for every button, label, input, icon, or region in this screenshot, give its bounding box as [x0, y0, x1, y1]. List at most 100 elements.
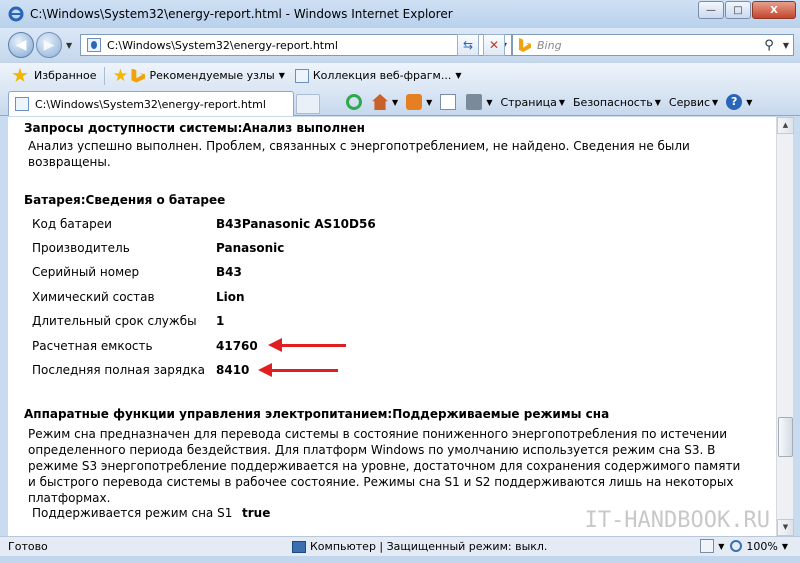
- last-full-charge-value: 8410: [216, 363, 250, 377]
- manufacturer-value: Panasonic: [216, 241, 285, 255]
- scroll-up-button[interactable]: ▲: [777, 117, 794, 134]
- forward-button[interactable]: ▶: [36, 32, 62, 58]
- page-icon: [15, 97, 29, 111]
- back-arrow-icon: ◀: [15, 37, 27, 53]
- stop-icon: ✕: [488, 38, 500, 52]
- divider: [104, 66, 106, 85]
- scroll-down-button[interactable]: ▼: [777, 519, 794, 536]
- bing-icon: [131, 68, 146, 83]
- add-favorite-icon[interactable]: [113, 68, 128, 82]
- search-dropdown-icon[interactable]: ▼: [779, 41, 793, 50]
- search-box[interactable]: Bing ⚲ ▼: [512, 34, 794, 56]
- red-arrow-icon: [268, 338, 346, 352]
- chevron-down-icon[interactable]: ▼: [782, 542, 788, 551]
- status-right: ▼ 100% ▼: [694, 539, 788, 553]
- title-bar: C:\Windows\System32\energy-report.html -…: [0, 0, 800, 28]
- suggested-sites-icon[interactable]: [346, 94, 362, 110]
- favorites-item-label: Коллекция веб-фрагм...: [312, 69, 452, 82]
- bing-logo-icon: [519, 38, 531, 52]
- chevron-down-icon: ▼: [278, 71, 285, 80]
- design-capacity-label: Расчетная емкость: [32, 339, 153, 353]
- ie-icon: [8, 6, 24, 22]
- watermark: IT-HANDBOOK.RU: [584, 508, 770, 533]
- forward-arrow-icon: ▶: [43, 37, 55, 53]
- battery-id-label: Код батареи: [32, 217, 112, 231]
- window-controls: — □ X: [697, 1, 796, 19]
- help-icon[interactable]: ?: [726, 94, 743, 110]
- chevron-down-icon[interactable]: ▼: [655, 98, 661, 107]
- window-title: C:\Windows\System32\energy-report.html -…: [30, 7, 453, 21]
- back-button[interactable]: ◀: [8, 32, 34, 58]
- section-title-availability: Запросы доступности системы:Анализ выпол…: [24, 121, 365, 135]
- computer-icon: [292, 540, 306, 553]
- serial-number-label: Серийный номер: [32, 265, 140, 279]
- chevron-down-icon[interactable]: ▼: [426, 98, 432, 107]
- zoom-level[interactable]: 100%: [746, 540, 777, 553]
- design-capacity-value: 41760: [216, 339, 258, 353]
- web-slice-icon: [294, 68, 309, 83]
- new-tab-button[interactable]: [296, 94, 320, 114]
- protected-mode-icon[interactable]: [700, 539, 715, 553]
- security-zone[interactable]: Компьютер | Защищенный режим: выкл.: [292, 540, 547, 553]
- favorites-button[interactable]: Избранное: [34, 69, 96, 82]
- chevron-down-icon[interactable]: ▼: [486, 98, 492, 107]
- chevron-down-icon[interactable]: ▼: [712, 98, 718, 107]
- chevron-down-icon[interactable]: ▼: [718, 542, 724, 551]
- availability-text: Анализ успешно выполнен. Проблем, связан…: [28, 139, 690, 169]
- section-title-battery: Батарея:Сведения о батарее: [24, 193, 226, 207]
- s1-support-label: Поддерживается режим сна S1: [32, 506, 233, 520]
- chemistry-value: Lion: [216, 290, 245, 304]
- window-frame-bottom: [0, 556, 800, 563]
- maximize-button[interactable]: □: [725, 1, 751, 19]
- page-menu[interactable]: Страница: [500, 96, 556, 109]
- tab-bar: C:\Windows\System32\energy-report.html ▼…: [0, 88, 800, 116]
- serial-number-value: B43: [216, 265, 242, 279]
- favorites-item-webslices[interactable]: Коллекция веб-фрагм... ▼: [294, 68, 462, 83]
- favorites-star-icon: [12, 67, 28, 83]
- status-bar: Готово Компьютер | Защищенный режим: вык…: [0, 536, 800, 556]
- history-dropdown-icon[interactable]: ▼: [66, 41, 72, 50]
- status-text: Готово: [8, 540, 48, 553]
- favorites-item-label: Рекомендуемые узлы: [149, 69, 275, 82]
- refresh-button[interactable]: ⇆: [457, 34, 479, 56]
- chevron-down-icon[interactable]: ▼: [559, 98, 565, 107]
- chevron-down-icon[interactable]: ▼: [746, 98, 752, 107]
- tab-energy-report[interactable]: C:\Windows\System32\energy-report.html: [8, 91, 294, 116]
- chemistry-label: Химический состав: [32, 290, 155, 304]
- search-placeholder[interactable]: Bing: [537, 39, 759, 52]
- long-term-value: 1: [216, 314, 225, 328]
- address-text[interactable]: C:\Windows\System32\energy-report.html: [107, 39, 497, 52]
- report-content: Запросы доступности системы:Анализ выпол…: [8, 117, 776, 536]
- battery-id-value: B43Panasonic AS10D56: [216, 217, 376, 231]
- home-icon[interactable]: [372, 94, 388, 110]
- print-icon[interactable]: [466, 94, 483, 110]
- chevron-down-icon: ▼: [455, 71, 462, 80]
- last-full-charge-label: Последняя полная зарядка: [32, 363, 205, 377]
- stop-button[interactable]: ✕: [483, 34, 505, 56]
- vertical-scrollbar[interactable]: ▲ ▼: [776, 117, 794, 536]
- zone-text: Компьютер | Защищенный режим: выкл.: [310, 540, 548, 553]
- zoom-icon[interactable]: [730, 540, 743, 552]
- s1-support-value: true: [242, 506, 271, 520]
- mail-icon[interactable]: [440, 94, 457, 110]
- scrollbar-thumb[interactable]: [778, 417, 793, 457]
- close-button[interactable]: X: [752, 1, 796, 19]
- favorites-item-suggested[interactable]: Рекомендуемые узлы ▼: [131, 68, 285, 83]
- tools-menu[interactable]: Сервис: [669, 96, 710, 109]
- favorites-bar: Избранное Рекомендуемые узлы ▼ Коллекция…: [0, 62, 800, 88]
- tab-label: C:\Windows\System32\energy-report.html: [35, 97, 266, 111]
- section-title-sleep-states: Аппаратные функции управления электропит…: [24, 407, 610, 421]
- command-bar: ▼ ▼ ▼ Страница ▼ Безопасность ▼ Сервис ▼…: [346, 91, 760, 113]
- minimize-button[interactable]: —: [698, 1, 724, 19]
- chevron-down-icon[interactable]: ▼: [392, 98, 398, 107]
- search-icon[interactable]: ⚲: [759, 38, 779, 53]
- sleep-states-text: Режим сна предназначен для перевода сист…: [28, 427, 741, 505]
- red-arrow-icon: [258, 363, 338, 377]
- navigation-bar: ◀ ▶ ▼ C:\Windows\System32\energy-report.…: [0, 28, 800, 62]
- safety-menu[interactable]: Безопасность: [573, 96, 653, 109]
- long-term-label: Длительный срок службы: [32, 314, 197, 328]
- page-icon: [87, 38, 101, 52]
- address-bar[interactable]: C:\Windows\System32\energy-report.html ▼: [80, 34, 512, 56]
- manufacturer-label: Производитель: [32, 241, 130, 255]
- rss-feed-icon[interactable]: [406, 94, 423, 110]
